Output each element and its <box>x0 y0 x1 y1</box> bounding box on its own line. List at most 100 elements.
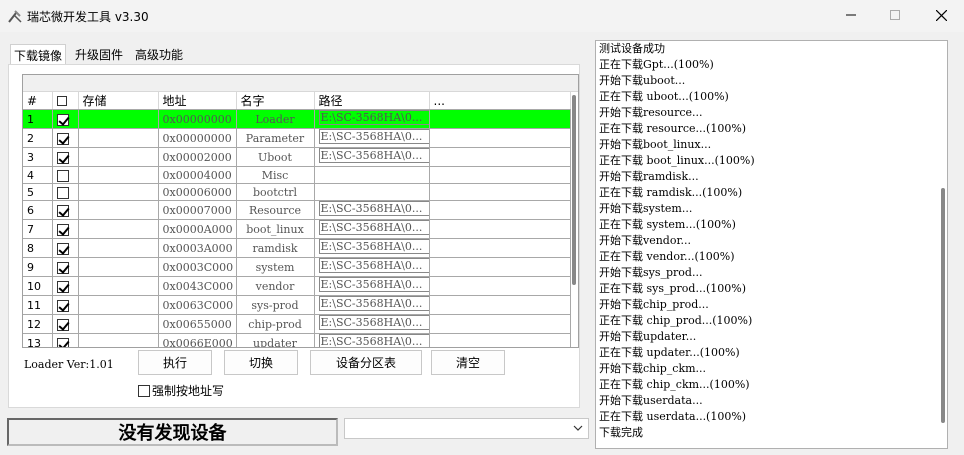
col-header-select-all[interactable] <box>52 92 79 110</box>
tab-download-image[interactable]: 下载镜像 <box>10 44 67 64</box>
row-checkbox-cell[interactable] <box>52 147 79 167</box>
row-number: 4 <box>23 166 53 184</box>
force-write-checkbox[interactable]: 强制按地址写 <box>138 382 224 399</box>
tab-advanced[interactable]: 高级功能 <box>132 44 186 64</box>
row-checkbox-cell[interactable] <box>52 333 79 347</box>
col-header-storage[interactable]: 存储 <box>78 92 159 110</box>
row-path-value[interactable]: E:\SC-3568HA\0... <box>318 220 428 235</box>
force-write-box[interactable] <box>138 384 150 397</box>
table-row[interactable]: 12 0x00655000 chip-prod E:\SC-3568HA\0... <box>23 314 571 334</box>
row-path[interactable] <box>314 166 430 184</box>
table-row[interactable]: 2 0x00000000 Parameter E:\SC-3568HA\0... <box>23 128 571 148</box>
table-row[interactable]: 4 0x00004000 Misc <box>23 166 571 184</box>
row-checkbox[interactable] <box>56 113 69 126</box>
row-checkbox[interactable] <box>56 299 69 312</box>
row-checkbox[interactable] <box>56 223 69 236</box>
row-checkbox-cell[interactable] <box>52 128 79 148</box>
row-path[interactable]: E:\SC-3568HA\0... <box>314 295 430 315</box>
row-path-value[interactable]: E:\SC-3568HA\0... <box>318 201 428 216</box>
row-path[interactable]: E:\SC-3568HA\0... <box>314 276 430 296</box>
log-scrollbar[interactable] <box>941 188 945 423</box>
log-line: 正在下载 updater...(100%) <box>599 346 740 359</box>
row-path-value[interactable]: E:\SC-3568HA\0... <box>318 296 428 311</box>
row-checkbox-cell[interactable] <box>52 314 79 334</box>
row-path[interactable]: E:\SC-3568HA\0... <box>314 200 430 220</box>
row-path[interactable]: E:\SC-3568HA\0... <box>314 109 430 129</box>
table-row[interactable]: 13 0x0066E000 updater E:\SC-3568HA\0... <box>23 333 571 347</box>
row-checkbox-cell[interactable] <box>52 200 79 220</box>
row-path[interactable]: E:\SC-3568HA\0... <box>314 147 430 167</box>
row-path[interactable]: E:\SC-3568HA\0... <box>314 219 430 239</box>
row-checkbox-cell[interactable] <box>52 166 79 184</box>
row-path[interactable]: E:\SC-3568HA\0... <box>314 257 430 277</box>
col-header-path[interactable]: 路径 <box>314 92 430 110</box>
row-checkbox[interactable] <box>56 186 69 199</box>
row-extra <box>429 257 571 277</box>
row-path[interactable] <box>314 183 430 201</box>
row-path-value[interactable]: E:\SC-3568HA\0... <box>318 148 428 163</box>
row-number: 10 <box>23 276 53 296</box>
row-address: 0x0000A000 <box>158 219 237 239</box>
row-path-value[interactable]: E:\SC-3568HA\0... <box>318 239 428 254</box>
row-address: 0x00655000 <box>158 314 237 334</box>
row-checkbox[interactable] <box>56 337 69 347</box>
row-path[interactable]: E:\SC-3568HA\0... <box>314 333 430 347</box>
row-path-value[interactable]: E:\SC-3568HA\0... <box>318 258 428 273</box>
row-path-value[interactable]: E:\SC-3568HA\0... <box>318 129 428 144</box>
row-checkbox-cell[interactable] <box>52 295 79 315</box>
clear-button[interactable]: 清空 <box>431 350 505 375</box>
table-row[interactable]: 10 0x0043C000 vendor E:\SC-3568HA\0... <box>23 276 571 296</box>
row-checkbox-cell[interactable] <box>52 276 79 296</box>
col-header-name[interactable]: 名字 <box>236 92 315 110</box>
row-checkbox[interactable] <box>56 132 69 145</box>
log-output[interactable]: 测试设备成功 正在下载Gpt...(100%) 开始下载uboot... 正在下载 u… <box>595 40 948 449</box>
row-extra <box>429 166 571 184</box>
row-checkbox-cell[interactable] <box>52 109 79 129</box>
device-combo[interactable] <box>344 418 589 439</box>
row-path[interactable]: E:\SC-3568HA\0... <box>314 314 430 334</box>
partition-table[interactable]: # 存储 地址 名字 路径 ... 1 0x00000000 Loader E:\SC… <box>22 74 579 348</box>
table-row[interactable]: 3 0x00002000 Uboot E:\SC-3568HA\0... <box>23 147 571 167</box>
col-header-more[interactable]: ... <box>429 92 571 110</box>
row-checkbox[interactable] <box>56 204 69 217</box>
row-checkbox[interactable] <box>56 318 69 331</box>
log-line: 正在下载 boot_linux...(100%) <box>599 154 755 167</box>
row-checkbox[interactable] <box>56 169 69 182</box>
row-checkbox-cell[interactable] <box>52 238 79 258</box>
table-row[interactable]: 6 0x00007000 Resource E:\SC-3568HA\0... <box>23 200 571 220</box>
maximize-button[interactable] <box>872 0 918 30</box>
row-number: 3 <box>23 147 53 167</box>
table-row[interactable]: 5 0x00006000 bootctrl <box>23 183 571 201</box>
table-row[interactable]: 9 0x0003C000 system E:\SC-3568HA\0... <box>23 257 571 277</box>
row-checkbox-cell[interactable] <box>52 183 79 201</box>
tab-upgrade-firmware[interactable]: 升级固件 <box>72 44 126 64</box>
row-path-value[interactable]: E:\SC-3568HA\0... <box>318 315 428 330</box>
table-row[interactable]: 7 0x0000A000 boot_linux E:\SC-3568HA\0... <box>23 219 571 239</box>
table-row[interactable]: 1 0x00000000 Loader E:\SC-3568HA\0... <box>23 109 571 129</box>
row-checkbox[interactable] <box>56 151 69 164</box>
row-extra <box>429 200 571 220</box>
col-header-address[interactable]: 地址 <box>158 92 237 110</box>
row-path-value[interactable]: E:\SC-3568HA\0... <box>318 110 428 125</box>
switch-button[interactable]: 切换 <box>224 350 298 375</box>
row-extra <box>429 295 571 315</box>
row-checkbox[interactable] <box>56 280 69 293</box>
row-checkbox-cell[interactable] <box>52 219 79 239</box>
row-checkbox[interactable] <box>56 242 69 255</box>
close-button[interactable] <box>918 0 964 30</box>
row-path[interactable]: E:\SC-3568HA\0... <box>314 238 430 258</box>
table-row[interactable]: 11 0x0063C000 sys-prod E:\SC-3568HA\0... <box>23 295 571 315</box>
row-path-value[interactable]: E:\SC-3568HA\0... <box>318 334 428 347</box>
select-all-checkbox[interactable] <box>56 96 67 106</box>
table-scrollbar[interactable] <box>572 95 576 285</box>
row-checkbox[interactable] <box>56 261 69 274</box>
row-extra <box>429 314 571 334</box>
row-checkbox-cell[interactable] <box>52 257 79 277</box>
row-path[interactable]: E:\SC-3568HA\0... <box>314 128 430 148</box>
table-row[interactable]: 8 0x0003A000 ramdisk E:\SC-3568HA\0... <box>23 238 571 258</box>
partition-table-button[interactable]: 设备分区表 <box>310 350 422 375</box>
minimize-button[interactable] <box>828 0 874 30</box>
col-header-number[interactable]: # <box>23 92 53 110</box>
run-button[interactable]: 执行 <box>138 350 212 375</box>
row-path-value[interactable]: E:\SC-3568HA\0... <box>318 277 428 292</box>
